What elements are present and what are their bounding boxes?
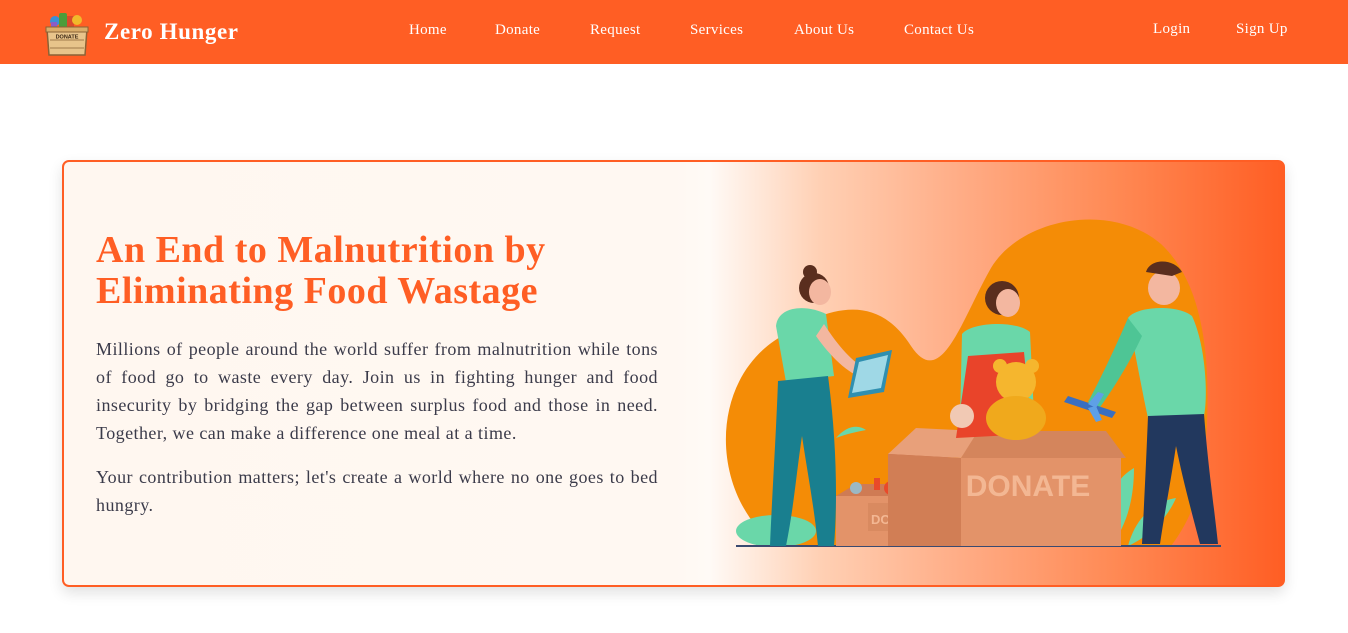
- signup-link[interactable]: Sign Up: [1236, 21, 1288, 38]
- brand-name: Zero Hunger: [104, 19, 239, 44]
- big-box-donate-text: DONATE: [966, 470, 1090, 503]
- big-donate-box: DONATE: [888, 428, 1126, 546]
- nav-contact-us[interactable]: Contact Us: [904, 22, 974, 39]
- nav-request[interactable]: Request: [590, 22, 640, 39]
- hero-paragraph-2: Your contribution matters; let's create …: [96, 467, 658, 515]
- top-navbar: DONATE Zero Hunger Home Donate Request S…: [0, 0, 1348, 64]
- donation-box-logo-icon: DONATE: [45, 13, 89, 56]
- donation-illustration: DONATE DONATE: [725, 219, 1221, 547]
- nav-about-us[interactable]: About Us: [794, 22, 854, 39]
- nav-services[interactable]: Services: [690, 22, 743, 39]
- nav-donate[interactable]: Donate: [495, 22, 540, 39]
- hero-card: An End to Malnutrition by Eliminating Fo…: [62, 160, 1285, 587]
- logo-donate-text: DONATE: [56, 35, 79, 41]
- hero-title: An End to Malnutrition by Eliminating Fo…: [96, 229, 546, 312]
- nav-home[interactable]: Home: [409, 22, 447, 39]
- hero-paragraph-1: Millions of people around the world suff…: [96, 339, 658, 443]
- login-link[interactable]: Login: [1153, 21, 1190, 38]
- brand[interactable]: DONATE Zero Hunger: [42, 6, 239, 58]
